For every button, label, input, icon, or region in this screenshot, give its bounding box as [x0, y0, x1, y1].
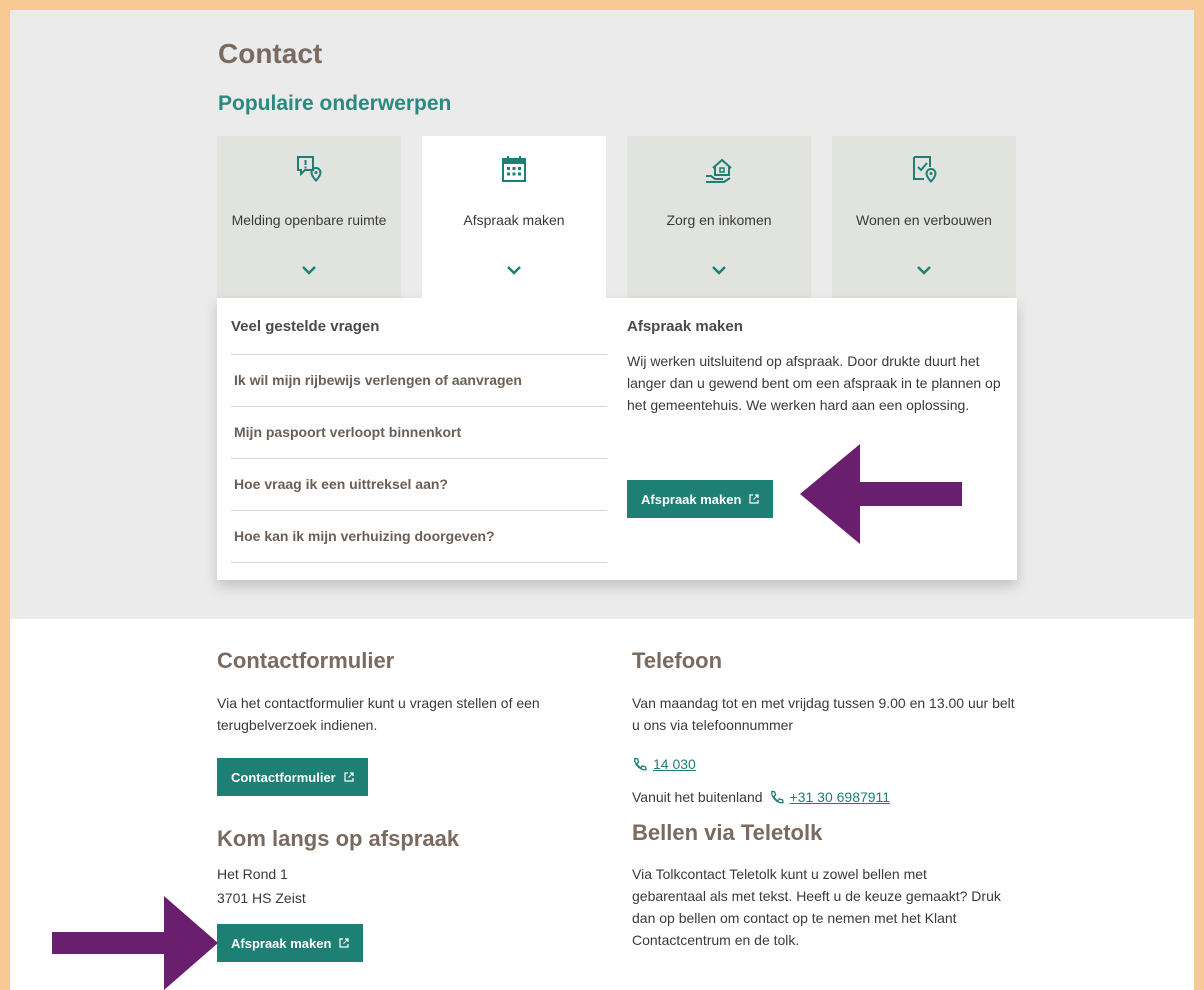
button-label: Contactformulier [231, 769, 336, 785]
calendar-icon [502, 156, 526, 182]
phone-abroad-label: Vanuit het buitenland [632, 789, 763, 805]
panel-appointment-button[interactable]: Afspraak maken [627, 480, 774, 518]
topic-label: Afspraak maken [463, 212, 565, 228]
annotation-arrow-right [52, 896, 218, 990]
phone-abroad-number: +31 30 6987911 [789, 789, 891, 805]
external-link-icon [749, 494, 760, 504]
topic-label: Zorg en inkomen [666, 212, 772, 228]
button-label: Afspraak maken [231, 935, 332, 951]
page-frame: Contact Populaire onderwerpen Melding op… [10, 10, 1194, 990]
phone-icon [770, 790, 784, 803]
visit-appointment-button[interactable]: Afspraak maken [217, 924, 364, 962]
faq-list: Ik wil mijn rijbewijs verlengen of aanvr… [231, 354, 607, 563]
topic-label: Wonen en verbouwen [856, 212, 992, 228]
external-link-icon [344, 772, 354, 782]
contactform-text: Via het contactformulier kunt u vragen s… [217, 695, 540, 733]
chevron-down-icon [917, 266, 931, 275]
contactform-button[interactable]: Contactformulier [217, 758, 368, 796]
teletolk-heading: Bellen via Teletolk [632, 820, 823, 845]
phone-heading: Telefoon [632, 648, 723, 673]
document-check-location-icon [913, 156, 937, 183]
chevron-down-icon [302, 266, 316, 275]
visit-address-line2: 3701 HS Zeist [217, 890, 306, 906]
button-label: Afspraak maken [641, 491, 742, 507]
faq-heading: Veel gestelde vragen [231, 318, 380, 335]
topic-tile-zorg[interactable]: Zorg en inkomen [627, 136, 811, 302]
teletolk-text: Via Tolkcontact Teletolk kunt u zowel be… [632, 866, 1001, 948]
faq-item[interactable]: Ik wil mijn rijbewijs verlengen of aanvr… [231, 355, 607, 407]
report-location-icon [297, 156, 322, 182]
phone-abroad-link[interactable]: +31 30 6987911 [769, 786, 891, 808]
topic-tile-afspraak[interactable]: Afspraak maken [422, 136, 606, 310]
phone-number-link[interactable]: 14 030 [632, 756, 696, 772]
contactform-heading: Contactformulier [217, 648, 395, 673]
topic-label: Melding openbare ruimte [231, 212, 387, 228]
popular-topics-heading: Populaire onderwerpen [218, 92, 452, 115]
topic-tile-melding[interactable]: Melding openbare ruimte [217, 136, 401, 302]
house-hand-icon [706, 158, 732, 183]
external-link-icon [339, 938, 350, 948]
appointment-info-heading: Afspraak maken [627, 318, 743, 335]
faq-item[interactable]: Hoe kan ik mijn verhuizing doorgeven? [231, 511, 607, 563]
visit-address-line1: Het Rond 1 [217, 866, 288, 882]
faq-item[interactable]: Hoe vraag ik een uittreksel aan? [231, 459, 607, 511]
phone-number: 14 030 [653, 756, 696, 772]
phone-icon [634, 757, 647, 770]
appointment-info-text: Wij werken uitsluitend op afspraak. Door… [627, 353, 1001, 413]
faq-item[interactable]: Mijn paspoort verloopt binnenkort [231, 407, 607, 459]
annotation-arrow-left [800, 444, 962, 544]
chevron-down-icon [712, 266, 726, 275]
chevron-down-icon [507, 266, 521, 275]
phone-text: Van maandag tot en met vrijdag tussen 9.… [632, 695, 1015, 733]
page-title: Contact [218, 38, 323, 69]
visit-heading: Kom langs op afspraak [217, 826, 460, 851]
topic-tile-wonen[interactable]: Wonen en verbouwen [832, 136, 1016, 302]
phone-abroad-line: Vanuit het buitenland +31 30 6987911 [632, 786, 890, 808]
